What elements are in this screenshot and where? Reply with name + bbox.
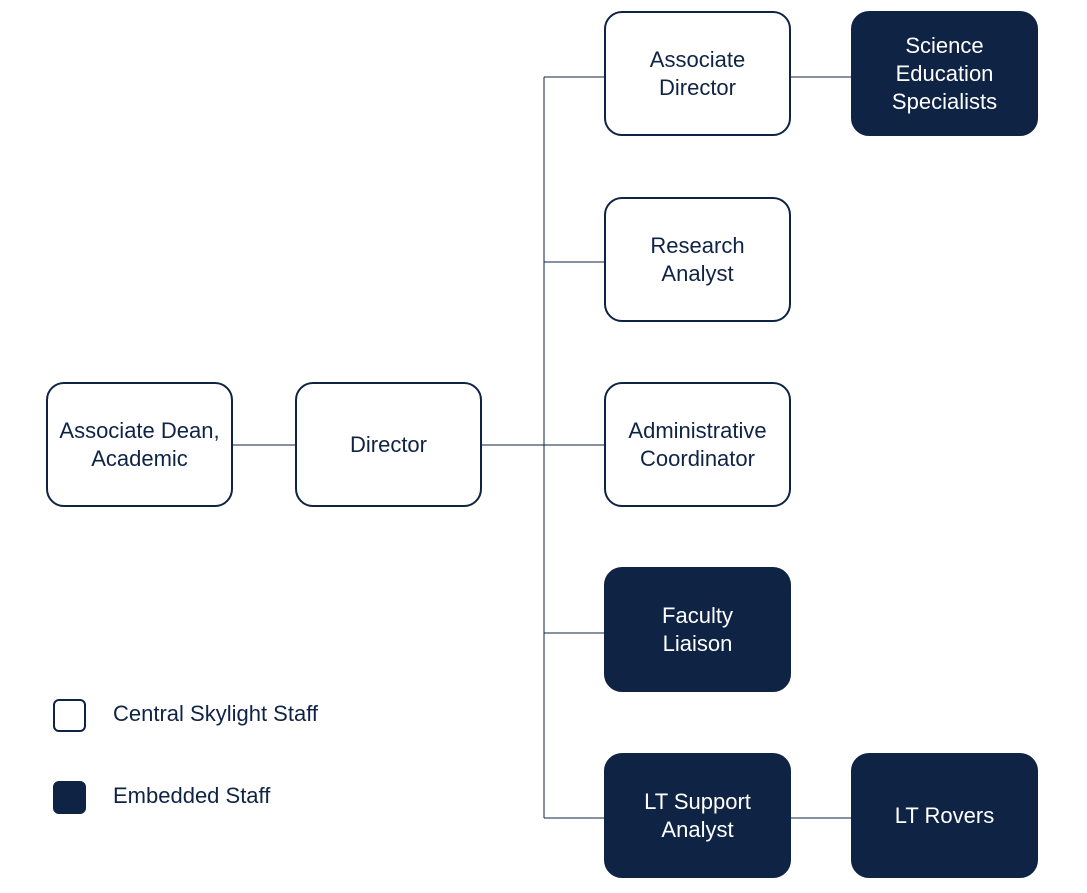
node-lt-support-analyst-label: LT Support Analyst [644,788,751,842]
node-science-education-specialists: Science Education Specialists [851,11,1038,136]
node-science-education-specialists-label: Science Education Specialists [891,32,998,114]
legend-label-embedded: Embedded Staff [113,783,271,808]
node-administrative-coordinator: Administrative Coordinator [604,382,791,507]
node-director-label: Director [349,431,427,457]
legend-swatch-central [53,699,86,732]
node-lt-support-analyst: LT Support Analyst [604,753,791,878]
node-associate-director-label: Associate Director [649,46,746,100]
node-lt-rovers-label: LT Rovers [894,802,995,828]
node-research-analyst-label: Research Analyst [650,232,745,286]
legend-swatch-embedded [53,781,86,814]
node-associate-director: Associate Director [604,11,791,136]
node-research-analyst: Research Analyst [604,197,791,322]
node-administrative-coordinator-label: Administrative Coordinator [628,417,767,471]
legend-label-central: Central Skylight Staff [113,701,319,726]
node-faculty-liaison-label: Faculty Liaison [662,602,733,656]
node-associate-dean: Associate Dean, Academic [46,382,233,507]
node-associate-dean-label: Associate Dean, Academic [59,417,220,471]
node-director: Director [295,382,482,507]
node-lt-rovers: LT Rovers [851,753,1038,878]
node-faculty-liaison: Faculty Liaison [604,567,791,692]
